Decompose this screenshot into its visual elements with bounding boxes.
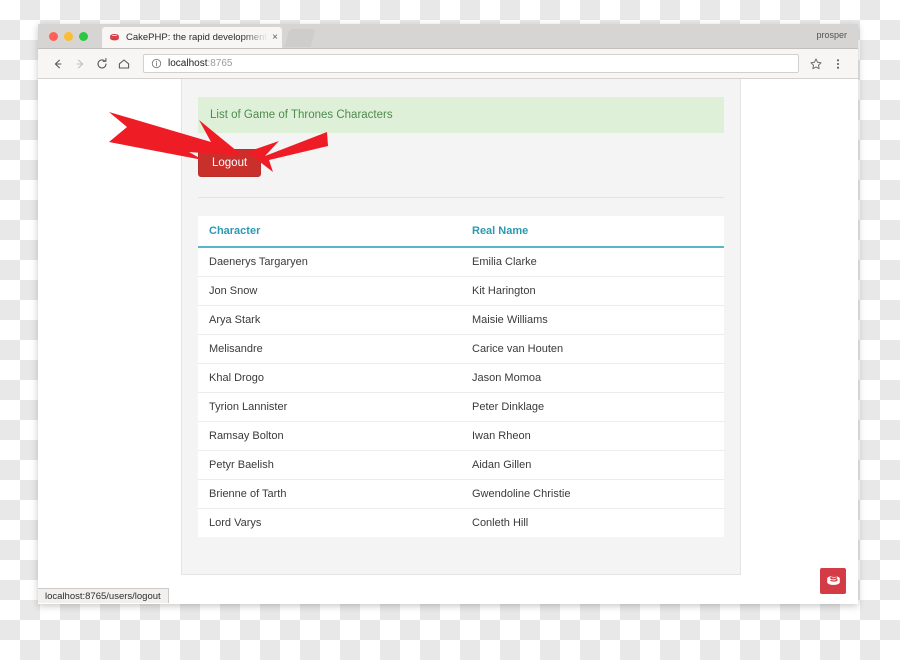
browser-window: CakePHP: the rapid development php frame… — [38, 24, 858, 604]
cell-real-name: Iwan Rheon — [461, 421, 724, 451]
cell-real-name: Maisie Williams — [461, 305, 724, 335]
cell-real-name: Gwendoline Christie — [461, 479, 724, 509]
browser-tab-active[interactable]: CakePHP: the rapid development php frame… — [102, 27, 282, 48]
info-circle-icon[interactable] — [151, 58, 162, 69]
table-head: Character Real Name — [198, 216, 724, 248]
minimize-window-button[interactable] — [64, 32, 73, 41]
cell-character: Khal Drogo — [198, 363, 461, 393]
browser-status-bar: localhost:8765/users/logout — [38, 588, 169, 603]
table-header-row: Character Real Name — [198, 216, 724, 248]
cakephp-favicon-icon — [109, 32, 120, 43]
table-row: Melisandre Carice van Houten — [198, 334, 724, 364]
tab-close-icon[interactable]: × — [269, 32, 278, 43]
cell-character: Brienne of Tarth — [198, 479, 461, 509]
logout-button[interactable]: Logout — [198, 149, 262, 177]
cell-real-name: Kit Harington — [461, 276, 724, 306]
table-row: Petyr Baelish Aidan Gillen — [198, 450, 724, 480]
flash-message-banner: List of Game of Thrones Characters — [198, 97, 724, 133]
reload-icon[interactable] — [91, 53, 113, 75]
column-header-real-name[interactable]: Real Name — [461, 216, 724, 248]
table-row: Daenerys Targaryen Emilia Clarke — [198, 247, 724, 277]
cakephp-logo-icon — [826, 575, 840, 585]
cell-character: Ramsay Bolton — [198, 421, 461, 451]
cell-real-name: Conleth Hill — [461, 508, 724, 537]
cell-character: Jon Snow — [198, 276, 461, 306]
column-header-character[interactable]: Character — [198, 216, 461, 248]
characters-table: Character Real Name Daenerys Targaryen Em… — [198, 216, 724, 537]
cell-character: Melisandre — [198, 334, 461, 364]
address-bar-port: :8765 — [207, 58, 233, 69]
table-row: Arya Stark Maisie Williams — [198, 305, 724, 335]
home-icon[interactable] — [113, 53, 135, 75]
browser-toolbar: localhost:8765 — [38, 49, 858, 79]
star-icon[interactable] — [805, 53, 827, 75]
cell-character: Lord Varys — [198, 508, 461, 537]
address-bar-host: localhost — [168, 58, 208, 69]
cell-character: Arya Stark — [198, 305, 461, 335]
three-dot-menu-icon[interactable] — [827, 53, 849, 75]
table-body: Daenerys Targaryen Emilia Clarke Jon Snow K… — [198, 247, 724, 537]
logout-button-row: Logout — [198, 133, 724, 198]
cell-character: Daenerys Targaryen — [198, 247, 461, 277]
cell-real-name: Jason Momoa — [461, 363, 724, 393]
table-row: Brienne of Tarth Gwendoline Christie — [198, 479, 724, 509]
cell-real-name: Peter Dinklage — [461, 392, 724, 422]
forward-arrow-icon — [69, 53, 91, 75]
table-row: Lord Varys Conleth Hill — [198, 508, 724, 537]
table-row: Jon Snow Kit Harington — [198, 276, 724, 306]
browser-tab-strip: CakePHP: the rapid development php frame… — [38, 24, 858, 49]
address-bar[interactable]: localhost:8765 — [143, 54, 799, 73]
new-tab-button[interactable] — [284, 29, 316, 47]
close-window-button[interactable] — [49, 32, 58, 41]
cell-real-name: Emilia Clarke — [461, 247, 724, 277]
table-row: Khal Drogo Jason Momoa — [198, 363, 724, 393]
page-viewport: List of Game of Thrones Characters Logou… — [38, 79, 858, 603]
table-row: Tyrion Lannister Peter Dinklage — [198, 392, 724, 422]
table-row: Ramsay Bolton Iwan Rheon — [198, 421, 724, 451]
window-traffic-lights — [49, 32, 88, 41]
browser-tab-title: CakePHP: the rapid development php frame… — [126, 32, 269, 43]
browser-profile-name[interactable]: prosper — [816, 30, 847, 40]
address-bar-url: localhost:8765 — [168, 58, 233, 69]
maximize-window-button[interactable] — [79, 32, 88, 41]
back-arrow-icon[interactable] — [47, 53, 69, 75]
cell-character: Petyr Baelish — [198, 450, 461, 480]
cell-real-name: Carice van Houten — [461, 334, 724, 364]
content-panel: List of Game of Thrones Characters Logou… — [181, 79, 741, 575]
cakephp-logo-badge[interactable] — [820, 568, 846, 594]
cell-real-name: Aidan Gillen — [461, 450, 724, 480]
cell-character: Tyrion Lannister — [198, 392, 461, 422]
